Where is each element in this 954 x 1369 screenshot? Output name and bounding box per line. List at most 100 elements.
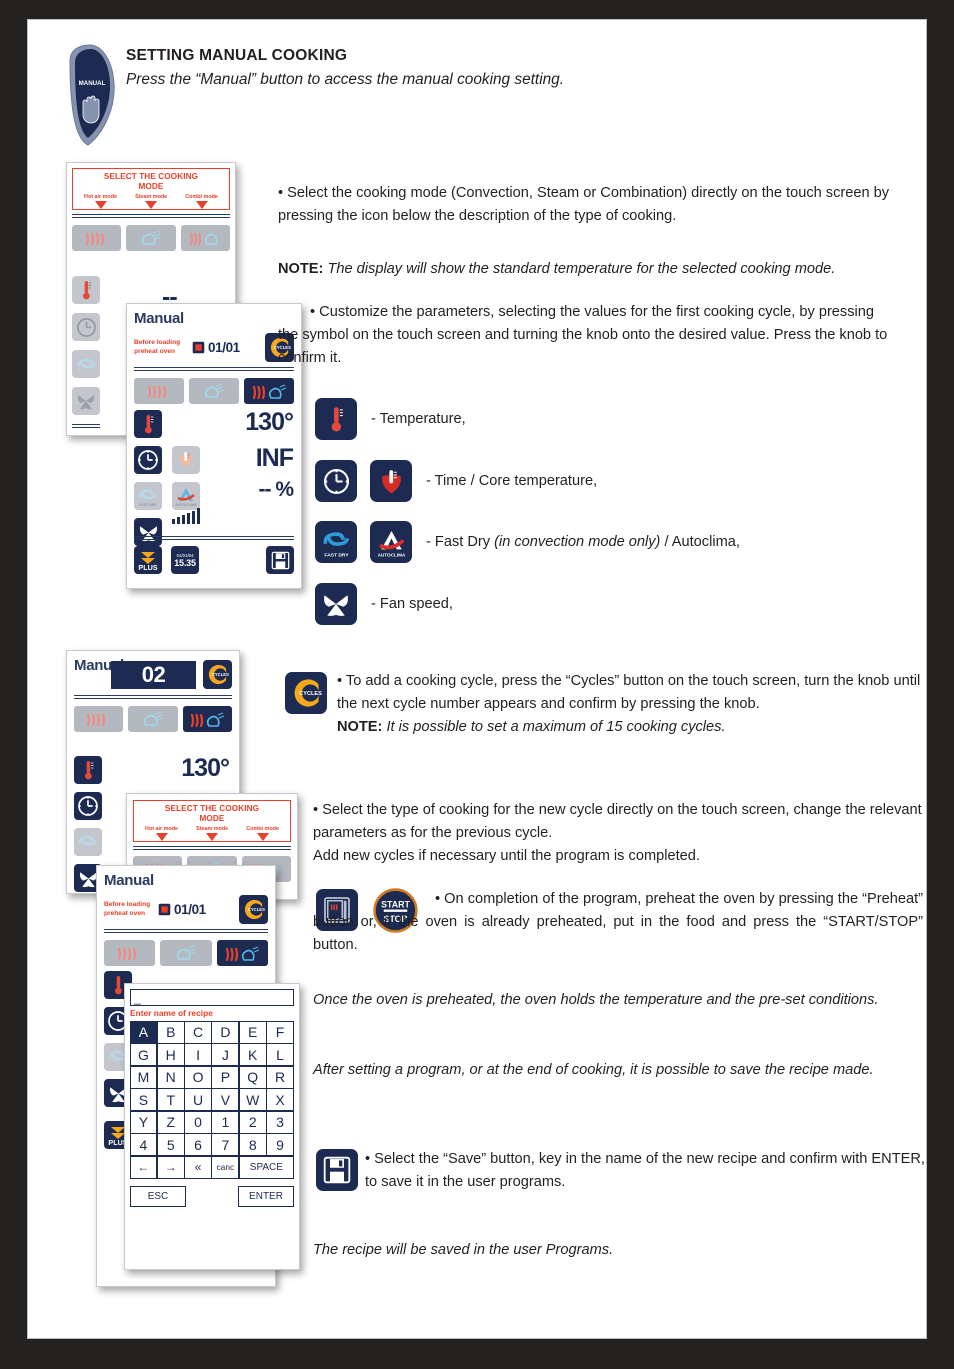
key-canc[interactable]: canc xyxy=(211,1155,240,1179)
key-Y[interactable]: Y xyxy=(129,1110,158,1134)
key-B[interactable]: B xyxy=(156,1020,185,1044)
temperature-button[interactable] xyxy=(72,276,100,304)
core-temperature-button[interactable] xyxy=(172,446,200,474)
key-cursor-right[interactable]: → xyxy=(156,1155,185,1179)
cycle-number-field[interactable]: 02 xyxy=(111,660,196,689)
key-cursor-left[interactable]: ← xyxy=(129,1155,158,1179)
key-4[interactable]: 4 xyxy=(129,1133,158,1156)
keyboard-row: Y Z 0 1 2 3 xyxy=(129,1110,294,1134)
time-value: INF xyxy=(255,444,294,472)
key-J[interactable]: J xyxy=(211,1043,240,1066)
key-G[interactable]: G xyxy=(129,1043,158,1066)
mode-button-hot-air[interactable] xyxy=(72,225,122,251)
page-subtitle: Press the “Manual” button to access the … xyxy=(126,71,565,88)
mode-button-combi[interactable] xyxy=(216,940,268,966)
fast-dry-button[interactable] xyxy=(74,828,102,856)
key-8[interactable]: 8 xyxy=(238,1133,267,1156)
key-X[interactable]: X xyxy=(266,1088,294,1111)
time-button[interactable] xyxy=(134,446,162,474)
key-E[interactable]: E xyxy=(238,1020,267,1044)
cycles-icon: CYCLES xyxy=(208,664,229,685)
fan-speed-legend-button[interactable] xyxy=(315,583,357,625)
key-F[interactable]: F xyxy=(266,1020,294,1044)
key-6[interactable]: 6 xyxy=(184,1133,212,1156)
autoclima-button[interactable]: AUTOCLIMA xyxy=(172,482,200,510)
legend-label-temperature: - Temperature, xyxy=(371,411,466,427)
plus-button[interactable]: PLUS xyxy=(72,435,100,436)
select-mode-col-combi: Combi mode xyxy=(185,194,218,209)
key-U[interactable]: U xyxy=(184,1088,212,1111)
mode-button-combi[interactable] xyxy=(182,706,232,732)
save-legend-button[interactable] xyxy=(316,1149,358,1191)
key-A[interactable]: A xyxy=(129,1020,158,1044)
floppy-save-icon xyxy=(323,1156,351,1184)
hot-air-icon xyxy=(85,232,104,245)
key-R[interactable]: R xyxy=(266,1065,294,1089)
fast-dry-legend-button[interactable]: FAST DRY xyxy=(315,521,357,563)
fast-dry-button[interactable] xyxy=(72,350,100,378)
mode-button-steam[interactable] xyxy=(160,940,212,966)
hot-air-icon xyxy=(118,947,137,960)
time-legend-button[interactable] xyxy=(315,460,357,502)
plus-button[interactable]: PLUS xyxy=(134,546,162,574)
mode-button-hot-air[interactable] xyxy=(104,940,156,966)
key-7[interactable]: 7 xyxy=(211,1133,240,1156)
fast-dry-icon xyxy=(77,358,97,369)
clock-time: 15.35 xyxy=(174,557,196,568)
key-Q[interactable]: Q xyxy=(238,1065,267,1089)
manual-page: MANUAL SETTING MANUAL COOKING Press the … xyxy=(28,20,926,1338)
recipe-name-input[interactable]: _ xyxy=(130,989,294,1006)
cycles-legend-button[interactable]: CYCLES xyxy=(285,672,327,714)
key-L[interactable]: L xyxy=(266,1043,294,1066)
key-C[interactable]: C xyxy=(184,1020,212,1044)
key-Z[interactable]: Z xyxy=(156,1110,185,1134)
temperature-button[interactable] xyxy=(74,756,102,784)
key-esc[interactable]: ESC xyxy=(130,1185,186,1207)
time-button[interactable] xyxy=(74,792,102,820)
key-5[interactable]: 5 xyxy=(156,1133,185,1156)
mode-button-steam[interactable] xyxy=(128,706,178,732)
mode-button-steam[interactable] xyxy=(189,378,239,404)
mode-button-hot-air[interactable] xyxy=(134,378,184,404)
thermometer-icon xyxy=(144,415,153,434)
time-button[interactable] xyxy=(72,313,100,341)
fan-speed-button[interactable] xyxy=(72,387,100,415)
key-backspace[interactable]: « xyxy=(184,1155,212,1179)
clock-display-button[interactable]: 01/01/04 15.35 xyxy=(171,546,199,574)
svg-text:CYCLES: CYCLES xyxy=(248,907,265,912)
mode-button-hot-air[interactable] xyxy=(74,706,124,732)
key-W[interactable]: W xyxy=(238,1088,267,1111)
core-temperature-legend-button[interactable] xyxy=(370,460,412,502)
key-3[interactable]: 3 xyxy=(266,1110,294,1134)
autoclima-legend-button[interactable]: AUTOCLIMA xyxy=(370,521,412,563)
key-D[interactable]: D xyxy=(211,1020,240,1044)
cycles-button[interactable]: CYCLES xyxy=(203,660,232,689)
paragraph-save-recipe-possible: After setting a program, or at the end o… xyxy=(313,1062,874,1078)
note-max-cycles: NOTE: It is possible to set a maximum of… xyxy=(337,716,922,739)
mode-button-combi[interactable] xyxy=(180,225,230,251)
cycles-button[interactable]: CYCLES xyxy=(239,895,268,924)
key-K[interactable]: K xyxy=(238,1043,267,1066)
key-P[interactable]: P xyxy=(211,1065,240,1089)
save-button[interactable] xyxy=(266,546,294,574)
key-space[interactable]: SPACE xyxy=(238,1155,294,1179)
mode-button-combi[interactable] xyxy=(244,378,294,404)
key-enter[interactable]: ENTER xyxy=(238,1185,294,1207)
key-T[interactable]: T xyxy=(156,1088,185,1111)
key-S[interactable]: S xyxy=(129,1088,158,1111)
key-O[interactable]: O xyxy=(184,1065,212,1089)
key-1[interactable]: 1 xyxy=(211,1110,240,1134)
fan-speed-button[interactable] xyxy=(134,518,162,546)
key-2[interactable]: 2 xyxy=(238,1110,267,1134)
key-H[interactable]: H xyxy=(156,1043,185,1066)
temperature-button[interactable] xyxy=(134,410,162,438)
key-V[interactable]: V xyxy=(211,1088,240,1111)
temperature-legend-button[interactable] xyxy=(315,398,357,440)
mode-button-steam[interactable] xyxy=(126,225,176,251)
key-I[interactable]: I xyxy=(184,1043,212,1066)
fast-dry-button[interactable]: FAST DRY xyxy=(134,482,162,510)
key-N[interactable]: N xyxy=(156,1065,185,1089)
key-9[interactable]: 9 xyxy=(266,1133,294,1156)
key-0[interactable]: 0 xyxy=(184,1110,212,1134)
key-M[interactable]: M xyxy=(129,1065,158,1089)
